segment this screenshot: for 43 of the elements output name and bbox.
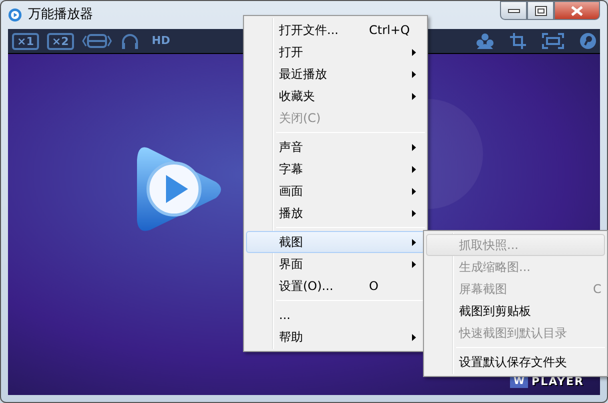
close-icon [571, 6, 583, 16]
menu-item[interactable]: 截图 [246, 231, 425, 253]
submenu-arrow-icon [412, 188, 416, 195]
menu-item[interactable]: 画面 [246, 180, 425, 202]
menu-item[interactable]: 收藏夹 [246, 85, 425, 107]
submenu-arrow-icon [412, 210, 416, 217]
menu-item[interactable]: 设置(O)... O [246, 275, 425, 297]
menu-item[interactable]: 字幕 [246, 158, 425, 180]
menu-item[interactable]: 播放 [246, 202, 425, 224]
hd-button[interactable]: HD [148, 32, 174, 50]
submenu-arrow-icon [412, 71, 416, 78]
maximize-button[interactable] [527, 1, 554, 20]
headphones-icon[interactable] [120, 33, 140, 49]
crop-icon[interactable] [510, 33, 526, 49]
fit-screen-icon[interactable] [542, 33, 564, 49]
submenu-arrow-icon [412, 144, 416, 151]
menu-item[interactable]: 打开 [246, 41, 425, 63]
menu-item[interactable]: 帮助 [246, 326, 425, 348]
zoom-button[interactable]: ×2 [46, 32, 74, 50]
menu-item[interactable]: 设置默认保存文件夹 [426, 351, 605, 373]
submenu-arrow-icon [412, 166, 416, 173]
maximize-icon [534, 6, 546, 16]
menu-item[interactable]: 最近播放 [246, 63, 425, 85]
menu-item[interactable]: 打开文件... Ctrl+Q [246, 19, 425, 41]
brand-text: PLAYER [532, 374, 584, 390]
menu-item[interactable]: ... [246, 304, 425, 326]
close-button[interactable] [554, 1, 600, 20]
window-title: 万能播放器 [28, 6, 93, 24]
zoom-button[interactable]: ×1 [12, 32, 39, 50]
people-icon[interactable] [476, 33, 494, 49]
submenu-arrow-icon [412, 334, 416, 341]
submenu-arrow-icon [412, 261, 416, 268]
menu-item[interactable]: 界面 [246, 253, 425, 275]
minimize-button[interactable] [500, 1, 527, 20]
app-logo-icon [8, 8, 22, 22]
menu-item[interactable]: 声音 [246, 136, 425, 158]
menu-item[interactable]: 截图到剪贴板 [426, 300, 605, 322]
submenu-arrow-icon [412, 49, 416, 56]
submenu-arrow-icon [412, 93, 416, 100]
aspect-ratio-icon[interactable] [82, 33, 112, 49]
minimize-icon [508, 8, 520, 14]
submenu-arrow-icon [412, 239, 416, 246]
pin-icon[interactable] [580, 33, 596, 49]
